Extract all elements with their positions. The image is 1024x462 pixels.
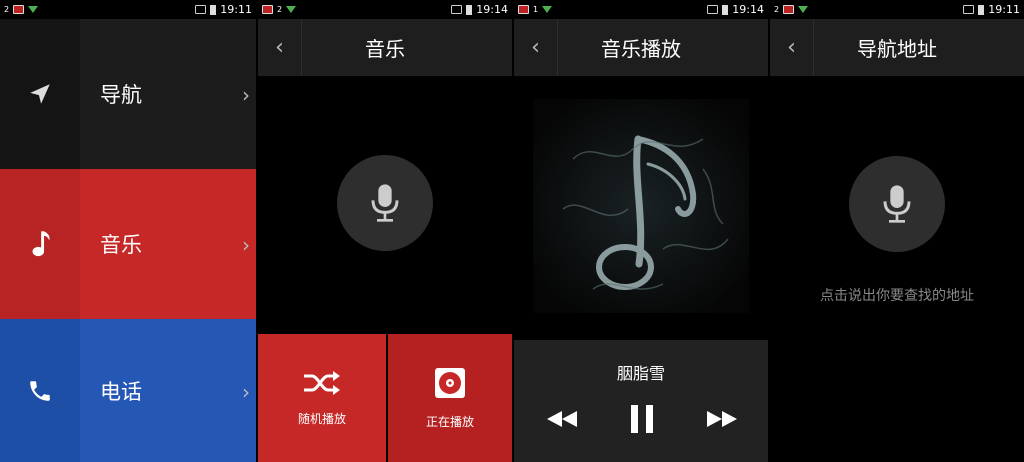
chevron-left-icon: ‹	[531, 35, 540, 60]
menu-item-label: 电话	[80, 319, 256, 462]
navigation-voice-screen: 2 19:11 ‹ 导航地址 点击说出你要查找的地址	[770, 0, 1024, 462]
download-icon	[798, 6, 809, 13]
header: ‹ 音乐	[258, 19, 512, 76]
page-title: 音乐播放	[601, 37, 681, 61]
clock: 19:14	[732, 3, 764, 16]
battery-icon	[978, 4, 985, 15]
player-controls: 胭脂雪	[514, 340, 768, 462]
cast-icon	[963, 5, 975, 14]
microphone-button[interactable]	[849, 156, 945, 252]
microphone-button[interactable]	[337, 155, 433, 251]
app-screens: 2 19:11 导航 › 音乐 › 电话 › 2 19:14 ‹ 音乐 随机播放…	[0, 0, 1024, 462]
pause-icon	[631, 405, 653, 433]
music-voice-screen: 2 19:14 ‹ 音乐 随机播放 正在播放	[258, 0, 512, 462]
header: ‹ 音乐播放	[514, 19, 768, 76]
cast-icon	[195, 5, 207, 14]
menu-item-navigation[interactable]: 导航 ›	[0, 19, 256, 169]
app-notification-icon	[13, 5, 25, 14]
song-title: 胭脂雪	[616, 364, 665, 383]
back-button[interactable]: ‹	[770, 19, 814, 76]
fast-forward-icon	[707, 411, 737, 427]
status-bar: 2 19:11	[0, 0, 256, 19]
chevron-right-icon: ›	[242, 233, 250, 257]
chevron-left-icon: ‹	[275, 35, 284, 60]
header: ‹ 导航地址	[770, 19, 1024, 76]
button-label: 随机播放	[297, 411, 346, 426]
clock: 19:11	[988, 3, 1020, 16]
notification-count: 2	[277, 4, 283, 14]
shuffle-icon	[304, 370, 340, 395]
app-notification-icon	[518, 5, 529, 14]
battery-icon	[210, 4, 217, 15]
album-art	[533, 99, 749, 313]
download-icon	[28, 6, 39, 13]
phone-icon	[0, 319, 80, 462]
clock: 19:11	[220, 3, 252, 16]
rewind-icon	[547, 411, 577, 427]
download-icon	[286, 6, 297, 13]
cast-icon	[707, 5, 719, 14]
microphone-icon	[371, 184, 399, 222]
back-button[interactable]: ‹	[514, 19, 558, 76]
page-title: 导航地址	[857, 37, 937, 61]
voice-hint-text: 点击说出你要查找的地址	[820, 288, 974, 304]
smoke-music-note-image	[533, 99, 749, 313]
now-playing-button[interactable]: 正在播放	[388, 334, 512, 462]
menu-item-music[interactable]: 音乐 ›	[0, 169, 256, 319]
music-player-screen: 1 19:14 ‹ 音乐播放 胭脂雪	[514, 0, 768, 462]
chevron-left-icon: ‹	[787, 35, 796, 60]
menu-item-phone[interactable]: 电话 ›	[0, 319, 256, 462]
rewind-button[interactable]	[542, 402, 582, 436]
cast-icon	[451, 5, 463, 14]
app-notification-icon	[262, 5, 273, 14]
chevron-right-icon: ›	[242, 379, 250, 404]
notification-count: 1	[533, 4, 539, 14]
clock: 19:14	[476, 3, 508, 16]
status-bar: 2 19:14	[258, 0, 512, 19]
microphone-icon	[883, 185, 911, 223]
battery-icon	[466, 4, 473, 15]
status-bar: 2 19:11	[770, 0, 1024, 19]
download-icon	[542, 6, 553, 13]
notification-count: 2	[4, 4, 10, 14]
button-label: 正在播放	[425, 414, 474, 429]
chevron-right-icon: ›	[242, 83, 250, 107]
pause-button[interactable]	[622, 402, 662, 436]
menu-item-label: 音乐	[80, 169, 256, 319]
battery-icon	[722, 4, 729, 15]
shuffle-play-button[interactable]: 随机播放	[258, 334, 386, 462]
notification-count: 2	[774, 4, 780, 14]
status-bar: 1 19:14	[514, 0, 768, 19]
now-playing-disc-icon	[435, 367, 465, 398]
navigation-arrow-icon	[0, 19, 80, 169]
fast-forward-button[interactable]	[702, 402, 742, 436]
music-note-icon	[0, 169, 80, 319]
menu-item-label: 导航	[80, 19, 256, 169]
app-notification-icon	[783, 5, 795, 14]
main-menu-screen: 2 19:11 导航 › 音乐 › 电话 ›	[0, 0, 256, 462]
page-title: 音乐	[365, 37, 405, 61]
back-button[interactable]: ‹	[258, 19, 302, 76]
